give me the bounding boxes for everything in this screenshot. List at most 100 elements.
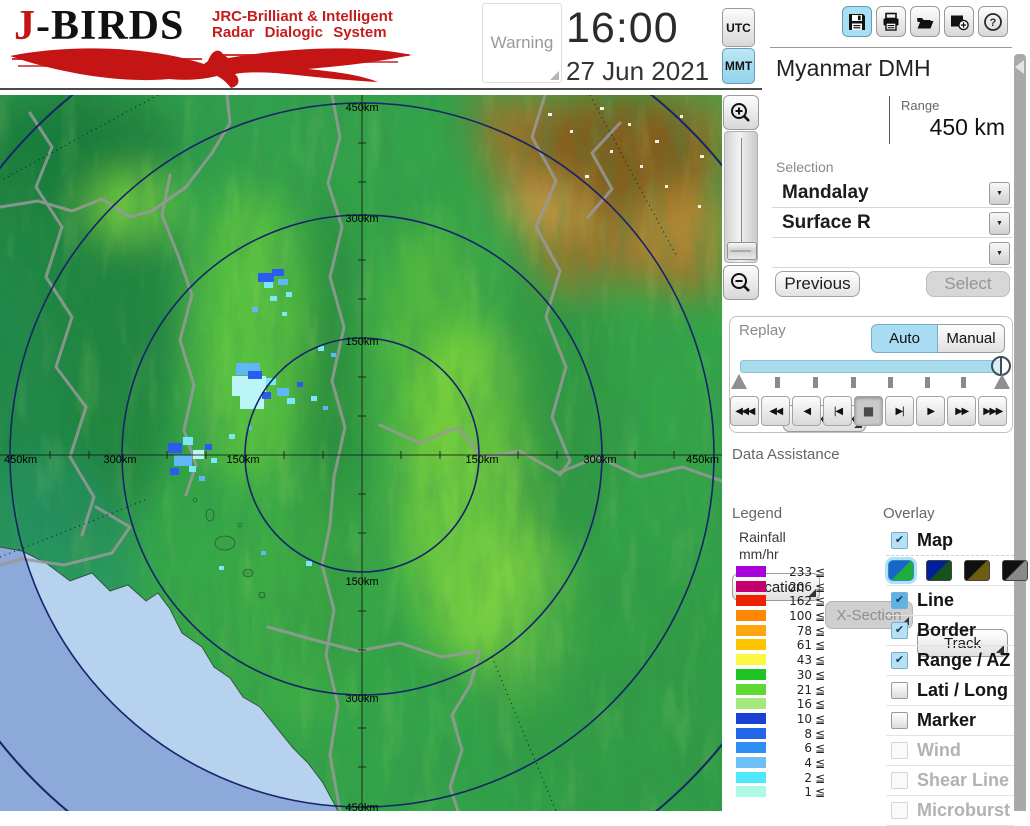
legend-color-swatch <box>736 566 766 577</box>
clock-date: 27 Jun 2021 <box>566 56 726 87</box>
playback-play-button[interactable]: ▶ <box>916 396 945 426</box>
checkbox-line[interactable]: ✔ <box>891 592 908 609</box>
legend-row: 16≦ <box>736 697 832 712</box>
svg-text:150km: 150km <box>226 454 259 466</box>
legend-value: 10 <box>768 712 812 726</box>
checkbox-border[interactable]: ✔ <box>891 622 908 639</box>
legend-row: 162≦ <box>736 594 832 609</box>
zoom-slider-thumb[interactable] <box>727 242 757 260</box>
legend-row: 21≦ <box>736 683 832 698</box>
playback-forward-button[interactable]: ▶▶ <box>947 396 976 426</box>
playback-forward-fast-button[interactable]: ▶▶▶ <box>978 396 1007 426</box>
playback-step-back-button[interactable]: |◀ <box>823 396 852 426</box>
legend-row: 43≦ <box>736 653 832 668</box>
timezone-utc-button[interactable]: UTC <box>722 8 755 47</box>
playback-stop-button[interactable]: ■ <box>854 396 883 426</box>
previous-button[interactable]: Previous <box>775 271 860 297</box>
map-style-black-olive[interactable] <box>964 560 990 581</box>
selection-value: Surface R <box>782 212 871 234</box>
overlay-item-label: Map <box>917 530 953 551</box>
panel-divider <box>770 47 1012 48</box>
legend-value: 78 <box>768 624 812 638</box>
overlay-item-map[interactable]: ✔ Map <box>886 526 1014 556</box>
auto-mode-button[interactable]: Auto <box>871 324 938 353</box>
legend-value: 8 <box>768 727 812 741</box>
checkbox-range-az[interactable]: ✔ <box>891 652 908 669</box>
open-folder-button[interactable] <box>910 6 940 37</box>
selection-dropdown-row[interactable]: Mandalay▼ <box>772 178 1012 208</box>
timeline-start-marker[interactable] <box>731 374 747 389</box>
overlay-label: Overlay <box>883 505 935 522</box>
panel-collapse-arrow-icon <box>1015 60 1024 74</box>
zoom-out-icon <box>729 271 753 295</box>
playback-rewind-fast-button[interactable]: ◀◀◀ <box>730 396 759 426</box>
select-button[interactable]: Select <box>926 271 1010 297</box>
help-button[interactable]: ? <box>978 6 1008 37</box>
legend-lte-symbol: ≦ <box>815 697 825 711</box>
selection-dropdown-row[interactable]: Surface R ▼ <box>772 208 1012 238</box>
legend-row: 10≦ <box>736 712 832 727</box>
checkbox-lati-long[interactable] <box>891 682 908 699</box>
overlay-item-line[interactable]: ✔ Line <box>886 586 1014 616</box>
overlay-item-shear-line[interactable]: Shear Line <box>886 766 1014 796</box>
timeline-tick <box>961 377 966 388</box>
legend-lte-symbol: ≦ <box>815 712 825 726</box>
replay-timeline-thumb[interactable] <box>991 356 1011 376</box>
legend-color-swatch <box>736 698 766 709</box>
selection-dropdown-row[interactable]: ▼ <box>772 238 1012 268</box>
overlay-item-marker[interactable]: Marker <box>886 706 1014 736</box>
map-zoom-slider[interactable] <box>724 131 758 263</box>
app-logo: J-BIRDS <box>14 4 184 48</box>
timezone-mmt-button[interactable]: MMT <box>722 48 755 84</box>
legend-color-swatch <box>736 757 766 768</box>
legend-row: 100≦ <box>736 609 832 624</box>
overlay-item-label: Marker <box>917 710 976 731</box>
map-style-black-gray[interactable] <box>1002 560 1028 581</box>
legend-lte-symbol: ≦ <box>815 638 825 652</box>
overlay-item-wind[interactable]: Wind <box>886 736 1014 766</box>
overlay-item-range-az[interactable]: ✔Range / AZ <box>886 646 1014 676</box>
logo-birds: -BIRDS <box>36 3 184 49</box>
svg-text:450km: 450km <box>345 802 378 811</box>
checkbox-map[interactable]: ✔ <box>891 532 908 549</box>
map-style-navy-darkgreen[interactable] <box>926 560 952 581</box>
playback-play-reverse-button[interactable]: ◀ <box>792 396 821 426</box>
legend-value: 43 <box>768 653 812 667</box>
overlay-item-border[interactable]: ✔Border <box>886 616 1014 646</box>
map-zoom-out-button[interactable] <box>723 265 759 300</box>
playback-rewind-button[interactable]: ◀◀ <box>761 396 790 426</box>
add-image-button[interactable] <box>944 6 974 37</box>
dropdown-arrow-button[interactable]: ▼ <box>989 182 1010 205</box>
logo-subtitle: JRC-Brilliant & Intelligent Radar Dialog… <box>212 9 393 41</box>
checkbox-marker[interactable] <box>891 712 908 729</box>
legend-row: 61≦ <box>736 638 832 653</box>
replay-timeline-track[interactable] <box>740 360 1002 373</box>
timeline-end-marker[interactable] <box>994 374 1010 389</box>
radar-map[interactable]: 450km300km150km450km300km150km150km300km… <box>0 95 722 811</box>
map-style-swatches <box>886 556 1014 586</box>
dropdown-arrow-button[interactable]: ▼ <box>989 242 1010 265</box>
overlay-item-label: Line <box>917 590 954 611</box>
legend-value: 6 <box>768 741 812 755</box>
legend-lte-symbol: ≦ <box>815 580 825 594</box>
legend-lte-symbol: ≦ <box>815 785 825 799</box>
panel-collapse-strip[interactable] <box>1014 54 1026 811</box>
header-divider <box>0 88 762 90</box>
svg-text:300km: 300km <box>345 693 378 705</box>
print-button[interactable] <box>876 6 906 37</box>
legend-row: 206≦ <box>736 580 832 595</box>
save-button[interactable] <box>842 6 872 37</box>
svg-text:150km: 150km <box>345 336 378 348</box>
svg-text:450km: 450km <box>686 454 719 466</box>
legend-value: 4 <box>768 756 812 770</box>
zoom-slider-rail <box>741 138 742 246</box>
overlay-item-lati-long[interactable]: Lati / Long <box>886 676 1014 706</box>
warning-button[interactable]: Warning <box>482 3 562 83</box>
dropdown-arrow-button[interactable]: ▼ <box>989 212 1010 235</box>
map-style-blue-green[interactable] <box>888 560 914 581</box>
manual-mode-button[interactable]: Manual <box>938 324 1005 353</box>
legend-lte-symbol: ≦ <box>815 594 825 608</box>
map-zoom-in-button[interactable] <box>723 95 759 130</box>
overlay-item-microburst[interactable]: Microburst <box>886 796 1014 826</box>
playback-step-forward-button[interactable]: ▶| <box>885 396 914 426</box>
